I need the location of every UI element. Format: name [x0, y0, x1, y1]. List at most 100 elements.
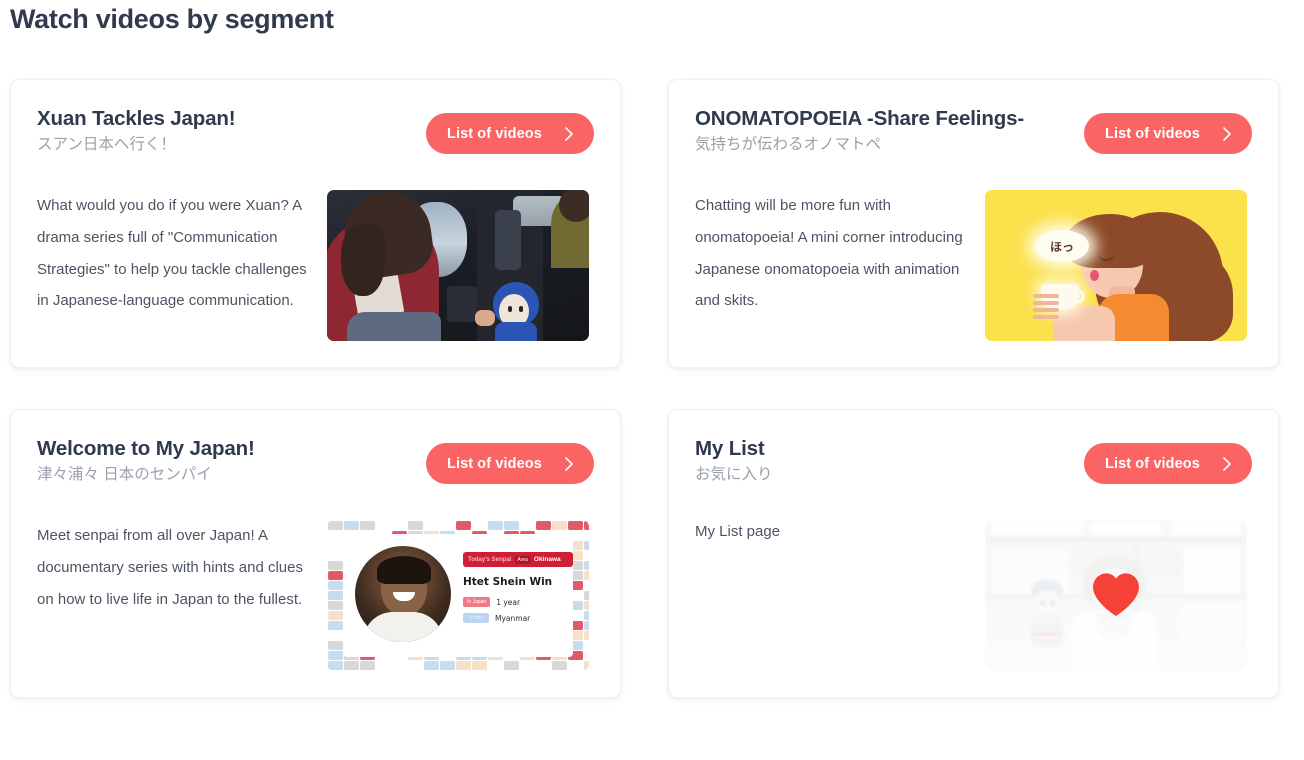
mosaic-tile: [584, 651, 589, 660]
card-description: Meet senpai from all over Japan! A docum…: [37, 527, 303, 608]
area-value: Okinawa: [533, 556, 561, 563]
mosaic-tile: [328, 581, 343, 590]
mosaic-tile: [584, 641, 589, 650]
mosaic-tile: [328, 621, 343, 630]
card-description: What would you do if you were Xuan? A dr…: [37, 197, 307, 310]
senpai-header-badge: Today's Senpai Area Okinawa: [463, 552, 573, 567]
area-label: Area: [515, 555, 530, 564]
mosaic-tile: [504, 661, 519, 670]
onomatopoeia-illustration-thumbnail: ほっ: [985, 190, 1247, 341]
in-japan-row: In Japan 1 year: [463, 597, 520, 607]
card-thumbnail[interactable]: ほっ: [985, 190, 1247, 341]
mosaic-tile: [424, 521, 439, 530]
list-of-videos-label: List of videos: [447, 125, 542, 142]
mosaic-tile: [584, 581, 589, 590]
list-of-videos-button[interactable]: List of videos: [1084, 113, 1252, 154]
from-label: From: [463, 613, 489, 623]
from-row: From Myanmar: [463, 613, 530, 623]
blue-character-body: [495, 322, 537, 341]
mosaic-tile: [328, 591, 343, 600]
mosaic-tile: [552, 521, 567, 530]
blue-character-eye-left: [508, 306, 512, 312]
list-of-videos-label: List of videos: [447, 455, 542, 472]
drama-scene-airplane-thumbnail: [327, 190, 589, 341]
list-of-videos-label: List of videos: [1105, 455, 1200, 472]
mosaic-tile: [456, 521, 471, 530]
mosaic-tile: [408, 521, 423, 530]
mosaic-tile: [328, 661, 343, 670]
mosaic-tile: [328, 521, 343, 530]
mosaic-tile: [584, 661, 589, 670]
mosaic-tile: [568, 521, 583, 530]
woman-arm-shape: [1053, 306, 1115, 341]
mosaic-tile: [360, 661, 375, 670]
mosaic-tile: [584, 571, 589, 580]
list-of-videos-button[interactable]: List of videos: [426, 113, 594, 154]
heart-icon: [1089, 567, 1143, 621]
mosaic-tile: [584, 561, 589, 570]
mosaic-tile: [376, 521, 391, 530]
mosaic-tile: [488, 521, 503, 530]
card-xuan-tackles-japan[interactable]: Xuan Tackles Japan! スアン日本へ行く！ List of vi…: [10, 79, 621, 368]
mosaic-tile: [328, 571, 343, 580]
speech-bubble-text: ほっ: [1049, 239, 1074, 254]
passenger-right-head: [559, 190, 589, 222]
senpai-inner-card: Today's Senpai Area Okinawa Htet Shein W…: [343, 534, 573, 657]
mosaic-tile: [328, 551, 343, 560]
woman-fingers-shape: [1033, 294, 1059, 322]
card-body: Chatting will be more fun with onomatopo…: [695, 190, 1252, 341]
list-of-videos-button[interactable]: List of videos: [426, 443, 594, 484]
mosaic-tile: [520, 521, 535, 530]
list-of-videos-button[interactable]: List of videos: [1084, 443, 1252, 484]
mosaic-tile: [328, 531, 343, 540]
my-list-favorites-thumbnail: [985, 520, 1247, 671]
woman-jeans-shape: [347, 312, 441, 341]
page-root: Watch videos by segment Xuan Tackles Jap…: [0, 0, 1304, 760]
mosaic-tile: [472, 521, 487, 530]
mosaic-tile: [344, 661, 359, 670]
mosaic-tile: [584, 611, 589, 620]
mosaic-tile: [584, 551, 589, 560]
chevron-right-icon: [562, 456, 576, 471]
from-value: Myanmar: [495, 613, 531, 623]
card-onomatopoeia[interactable]: ONOMATOPOEIA -Share Feelings- 気持ちが伝わるオノマ…: [668, 79, 1279, 368]
todays-senpai-label: Today's Senpai: [468, 556, 512, 563]
blue-character-eye-right: [519, 306, 523, 312]
mosaic-tile: [536, 521, 551, 530]
mosaic-tile: [328, 561, 343, 570]
card-body: What would you do if you were Xuan? A dr…: [37, 190, 594, 341]
mosaic-tile: [328, 641, 343, 650]
card-my-list[interactable]: My List お気に入り List of videos My List pag…: [668, 409, 1279, 698]
woman-hair-side-shape: [341, 224, 385, 296]
mosaic-tile: [584, 601, 589, 610]
mosaic-tile: [328, 541, 343, 550]
senpai-hair-shape: [377, 556, 431, 584]
woman-mouth-shape: [1090, 270, 1099, 281]
page-title: Watch videos by segment: [10, 4, 334, 34]
mosaic-tile: [584, 531, 589, 540]
card-thumbnail[interactable]: Today's Senpai Area Okinawa Htet Shein W…: [327, 520, 589, 671]
mosaic-tile: [504, 521, 519, 530]
mosaic-tile: [376, 661, 391, 670]
card-body: My List page: [695, 520, 1252, 671]
mosaic-tile: [440, 661, 455, 670]
card-body: Meet senpai from all over Japan! A docum…: [37, 520, 594, 671]
mosaic-tile: [584, 541, 589, 550]
segment-cards-grid: Xuan Tackles Japan! スアン日本へ行く！ List of vi…: [10, 79, 1294, 698]
mosaic-tile: [344, 521, 359, 530]
card-thumbnail[interactable]: [327, 190, 589, 341]
card-header: Welcome to My Japan! 津々浦々 日本のセンパイ List o…: [37, 436, 594, 498]
mosaic-tile: [392, 661, 407, 670]
card-header: ONOMATOPOEIA -Share Feelings- 気持ちが伝わるオノマ…: [695, 106, 1252, 168]
senpai-profile-card-thumbnail: Today's Senpai Area Okinawa Htet Shein W…: [327, 520, 589, 671]
card-header: Xuan Tackles Japan! スアン日本へ行く！ List of vi…: [37, 106, 594, 168]
mosaic-tile: [568, 661, 583, 670]
card-header: My List お気に入り List of videos: [695, 436, 1252, 498]
mosaic-tile: [472, 661, 487, 670]
mosaic-tile: [360, 521, 375, 530]
card-welcome-to-my-japan[interactable]: Welcome to My Japan! 津々浦々 日本のセンパイ List o…: [10, 409, 621, 698]
mosaic-tile: [584, 591, 589, 600]
mosaic-tile: [392, 521, 407, 530]
card-thumbnail[interactable]: [985, 520, 1247, 671]
mosaic-tile: [552, 661, 567, 670]
